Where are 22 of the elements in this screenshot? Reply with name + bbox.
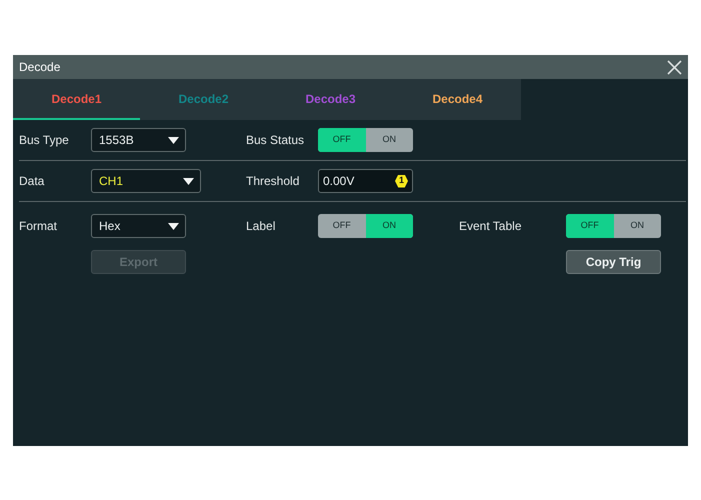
copy-trig-button[interactable]: Copy Trig bbox=[566, 250, 661, 274]
field-label: Label bbox=[245, 218, 276, 235]
caret-icon bbox=[183, 178, 194, 184]
dropdown[interactable]: Hex bbox=[91, 214, 186, 238]
field-label: Format bbox=[19, 218, 58, 235]
field-label: Threshold bbox=[245, 173, 300, 190]
dropdown[interactable]: 1553B bbox=[91, 128, 186, 152]
dropdown[interactable]: CH1 bbox=[91, 169, 201, 193]
off-on-switch[interactable]: OFF ON bbox=[318, 128, 413, 152]
field-label: Bus Type bbox=[19, 132, 69, 149]
channel-badge: 1 bbox=[395, 174, 408, 188]
decode-tab[interactable]: Decode4 bbox=[394, 79, 521, 120]
caret-icon bbox=[168, 136, 179, 144]
field-label: Event Table bbox=[459, 218, 522, 235]
window-title: Decode bbox=[19, 59, 60, 76]
off-on-switch[interactable]: OFF ON bbox=[566, 214, 661, 238]
field-label: Data bbox=[19, 173, 44, 190]
off-on-switch[interactable]: OFF ON bbox=[318, 214, 413, 238]
field-label: Bus Status bbox=[245, 132, 304, 149]
threshold-field[interactable]: 0.00V 1 bbox=[318, 169, 413, 193]
caret-icon bbox=[168, 222, 179, 230]
close-icon[interactable] bbox=[667, 60, 682, 74]
